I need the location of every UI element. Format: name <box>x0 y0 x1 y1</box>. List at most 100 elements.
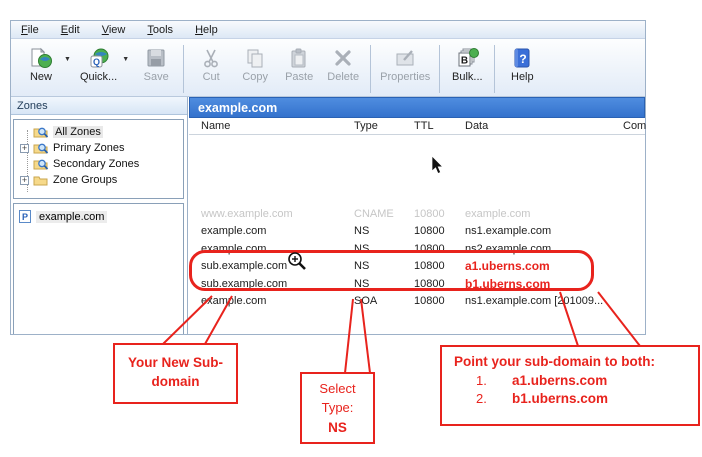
record-name: www.example.com <box>201 208 354 220</box>
new-zone-icon <box>29 45 53 71</box>
zones-sidebar: Zones All Zones + Primary Zones Secondar… <box>11 97 188 334</box>
record-row-ns1[interactable]: example.com NS 10800 ns1.example.com <box>189 223 645 241</box>
cut-button[interactable]: Cut <box>189 44 233 84</box>
record-data: example.com <box>465 208 623 220</box>
column-header-comment[interactable]: Com <box>623 120 646 132</box>
copy-icon <box>243 45 267 71</box>
record-type: SOA <box>354 295 414 307</box>
delete-button-label: Delete <box>327 71 359 83</box>
column-header-ttl[interactable]: TTL <box>414 120 465 132</box>
column-header-data[interactable]: Data <box>465 120 623 132</box>
tree-item-label: Zone Groups <box>53 174 117 186</box>
tree-item-all-zones[interactable]: All Zones <box>14 124 183 140</box>
new-button-label: New <box>30 71 52 83</box>
save-button[interactable]: Save <box>134 44 178 84</box>
menu-view-rest: iew <box>109 24 126 36</box>
bulk-icon: B <box>455 45 479 71</box>
zones-panel-header: Zones <box>11 97 187 115</box>
column-header-name[interactable]: Name <box>201 120 354 132</box>
tree-item-zone-groups[interactable]: + Zone Groups <box>14 172 183 188</box>
record-ttl: 10800 <box>414 225 465 237</box>
menu-help[interactable]: Help <box>195 24 218 36</box>
toolbar-separator <box>439 45 440 93</box>
zone-folder-search-icon <box>33 158 49 170</box>
cut-button-label: Cut <box>203 71 220 83</box>
record-type: NS <box>354 225 414 237</box>
save-icon <box>144 45 168 71</box>
menu-tools[interactable]: Tools <box>147 24 173 36</box>
toolbar-separator <box>494 45 495 93</box>
menu-help-key: H <box>195 24 203 36</box>
folder-icon <box>33 174 49 186</box>
new-dropdown-arrow-icon[interactable]: ▼ <box>64 56 71 63</box>
callout-text: Type: <box>302 399 373 418</box>
menu-edit[interactable]: Edit <box>61 24 80 36</box>
quick-update-icon: Q <box>87 45 111 71</box>
expand-plus-icon[interactable]: + <box>20 176 29 185</box>
menu-file[interactable]: File <box>21 24 39 36</box>
highlight-oval <box>189 250 594 291</box>
tree-item-secondary-zones[interactable]: Secondary Zones <box>14 156 183 172</box>
help-icon: ? <box>510 45 534 71</box>
quick-dropdown-arrow-icon[interactable]: ▼ <box>122 56 129 63</box>
menu-edit-rest: dit <box>68 24 80 36</box>
tree-item-label: Secondary Zones <box>53 158 139 170</box>
copy-button[interactable]: Copy <box>233 44 277 84</box>
svg-text:B: B <box>461 56 468 67</box>
tree-item-label: All Zones <box>53 126 103 138</box>
toolbar-separator <box>370 45 371 93</box>
list-number: 2. <box>476 390 498 408</box>
record-name: example.com <box>201 295 354 307</box>
zone-item-example-com[interactable]: P example.com <box>19 209 178 224</box>
records-table-header: Name Type TTL Data Com <box>189 118 645 135</box>
record-ttl: 10800 <box>414 208 465 220</box>
record-row-soa[interactable]: example.com SOA 10800 ns1.example.com [2… <box>189 293 645 311</box>
zones-tree: All Zones + Primary Zones Secondary Zone… <box>13 119 184 199</box>
paste-icon <box>287 45 311 71</box>
screenshot-page: File Edit View Tools Help New ▼ Q Quick.… <box>0 0 702 457</box>
zone-folder-search-icon <box>33 126 49 138</box>
zone-title-bar: example.com <box>189 97 645 118</box>
callout-text: Your New Sub- <box>115 354 236 373</box>
bulk-button-label: Bulk... <box>452 71 483 83</box>
nameserver-label: b1.uberns.com <box>512 390 608 408</box>
quick-button-label: Quick... <box>80 71 117 83</box>
copy-button-label: Copy <box>242 71 268 83</box>
bulk-button[interactable]: B Bulk... <box>445 44 489 84</box>
callout-point-subdomain: Point your sub-domain to both: 1. a1.ube… <box>440 345 700 426</box>
nameserver-label: a1.uberns.com <box>512 372 607 390</box>
help-button-label: Help <box>511 71 534 83</box>
zone-item-label: example.com <box>36 211 107 223</box>
tree-item-primary-zones[interactable]: + Primary Zones <box>14 140 183 156</box>
callout-list-item: 1. a1.uberns.com <box>454 372 690 390</box>
menu-view[interactable]: View <box>102 24 126 36</box>
callout-title: Point your sub-domain to both: <box>454 354 690 369</box>
delete-icon <box>331 45 355 71</box>
quick-button[interactable]: Q Quick... <box>76 44 121 84</box>
svg-text:Q: Q <box>93 57 100 67</box>
paste-button[interactable]: Paste <box>277 44 321 84</box>
menu-file-key: F <box>21 24 28 36</box>
tree-item-label: Primary Zones <box>53 142 125 154</box>
callout-text: domain <box>115 373 236 392</box>
paste-button-label: Paste <box>285 71 313 83</box>
zone-folder-search-icon <box>33 142 49 154</box>
record-ttl: 10800 <box>414 295 465 307</box>
delete-button[interactable]: Delete <box>321 44 365 84</box>
menu-file-rest: ile <box>28 24 39 36</box>
new-button[interactable]: New <box>19 44 63 84</box>
properties-button[interactable]: Properties <box>376 44 434 84</box>
record-row-www-cname[interactable]: www.example.com CNAME 10800 example.com <box>189 205 645 223</box>
properties-icon <box>393 45 417 71</box>
column-header-type[interactable]: Type <box>354 120 414 132</box>
callout-new-subdomain: Your New Sub- domain <box>113 343 238 404</box>
properties-button-label: Properties <box>380 71 430 83</box>
save-button-label: Save <box>144 71 169 83</box>
callout-select-type: Select Type: NS <box>300 372 375 444</box>
callout-text: Select <box>302 380 373 399</box>
help-button[interactable]: ? Help <box>500 44 544 84</box>
svg-text:P: P <box>22 212 28 222</box>
expand-plus-icon[interactable]: + <box>20 144 29 153</box>
menu-help-rest: elp <box>203 24 218 36</box>
cut-icon <box>199 45 223 71</box>
